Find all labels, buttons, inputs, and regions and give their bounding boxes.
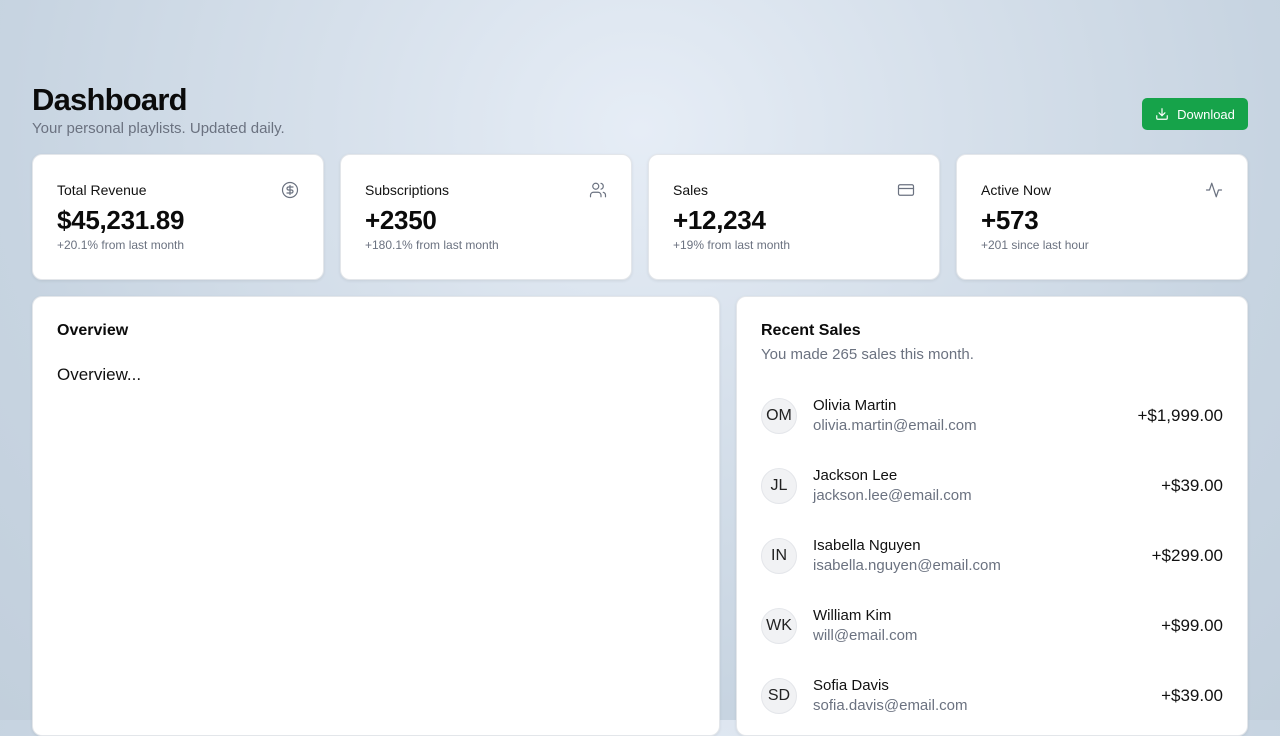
avatar: OM bbox=[761, 398, 797, 434]
recent-sales-title: Recent Sales bbox=[761, 322, 861, 339]
recent-sales-subtitle: You made 265 sales this month. bbox=[761, 346, 974, 363]
stat-note: +201 since last hour bbox=[981, 238, 1089, 252]
download-button-label: Download bbox=[1177, 106, 1235, 122]
stat-card-active-now: Active Now +573 +201 since last hour bbox=[956, 154, 1248, 280]
download-button[interactable]: Download bbox=[1142, 98, 1248, 130]
activity-icon bbox=[1205, 182, 1223, 198]
stat-value: +2350 bbox=[365, 205, 437, 235]
stat-card-subscriptions: Subscriptions +2350 +180.1% from last mo… bbox=[340, 154, 632, 280]
page-header: Dashboard Your personal playlists. Updat… bbox=[32, 82, 285, 139]
stat-value: +573 bbox=[981, 205, 1039, 235]
list-item: WK William Kim will@email.com +$99.00 bbox=[761, 591, 1223, 661]
stat-title: Subscriptions bbox=[365, 182, 450, 198]
stat-value: +12,234 bbox=[673, 205, 766, 235]
sale-amount: +$1,999.00 bbox=[1137, 406, 1223, 425]
customer-email: jackson.lee@email.com bbox=[813, 487, 972, 504]
dollar-icon bbox=[281, 181, 299, 199]
sale-amount: +$99.00 bbox=[1161, 616, 1223, 635]
stat-card-sales: Sales +12,234 +19% from last month bbox=[648, 154, 940, 280]
avatar: IN bbox=[761, 538, 797, 574]
recent-sales-card: Recent Sales You made 265 sales this mon… bbox=[736, 296, 1248, 736]
list-item: IN Isabella Nguyen isabella.nguyen@email… bbox=[761, 521, 1223, 591]
avatar: JL bbox=[761, 468, 797, 504]
overview-title: Overview bbox=[57, 322, 129, 339]
list-item: OM Olivia Martin olivia.martin@email.com… bbox=[761, 381, 1223, 451]
customer-email: sofia.davis@email.com bbox=[813, 697, 968, 714]
customer-name: Isabella Nguyen bbox=[813, 537, 921, 554]
stat-title: Active Now bbox=[981, 182, 1052, 198]
stat-note: +20.1% from last month bbox=[57, 238, 185, 252]
customer-name: Jackson Lee bbox=[813, 467, 898, 484]
download-icon bbox=[1156, 108, 1168, 120]
overview-placeholder: Overview... bbox=[57, 365, 142, 384]
customer-email: isabella.nguyen@email.com bbox=[813, 557, 1001, 574]
customer-email: will@email.com bbox=[813, 627, 918, 644]
stat-value: $45,231.89 bbox=[57, 205, 185, 235]
page-title: Dashboard bbox=[32, 82, 188, 117]
customer-name: William Kim bbox=[813, 607, 892, 624]
avatar: SD bbox=[761, 678, 797, 714]
stat-title: Sales bbox=[673, 182, 709, 198]
list-item: SD Sofia Davis sofia.davis@email.com +$3… bbox=[761, 661, 1223, 731]
customer-email: olivia.martin@email.com bbox=[813, 417, 977, 434]
sale-amount: +$39.00 bbox=[1161, 476, 1223, 495]
list-item: JL Jackson Lee jackson.lee@email.com +$3… bbox=[761, 451, 1223, 521]
stat-note: +180.1% from last month bbox=[365, 238, 499, 252]
customer-name: Olivia Martin bbox=[813, 397, 897, 414]
customer-name: Sofia Davis bbox=[813, 677, 889, 694]
overview-card: Overview Overview... bbox=[32, 296, 720, 736]
stat-note: +19% from last month bbox=[673, 238, 791, 252]
recent-sales-list: OM Olivia Martin olivia.martin@email.com… bbox=[761, 381, 1223, 731]
stat-title: Total Revenue bbox=[57, 182, 147, 198]
page-subtitle: Your personal playlists. Updated daily. bbox=[32, 120, 285, 137]
avatar: WK bbox=[761, 608, 797, 644]
users-icon bbox=[589, 182, 607, 198]
sale-amount: +$299.00 bbox=[1151, 546, 1223, 565]
sale-amount: +$39.00 bbox=[1161, 686, 1223, 705]
stat-card-total-revenue: Total Revenue $45,231.89 +20.1% from las… bbox=[32, 154, 324, 280]
credit-card-icon bbox=[897, 184, 915, 196]
